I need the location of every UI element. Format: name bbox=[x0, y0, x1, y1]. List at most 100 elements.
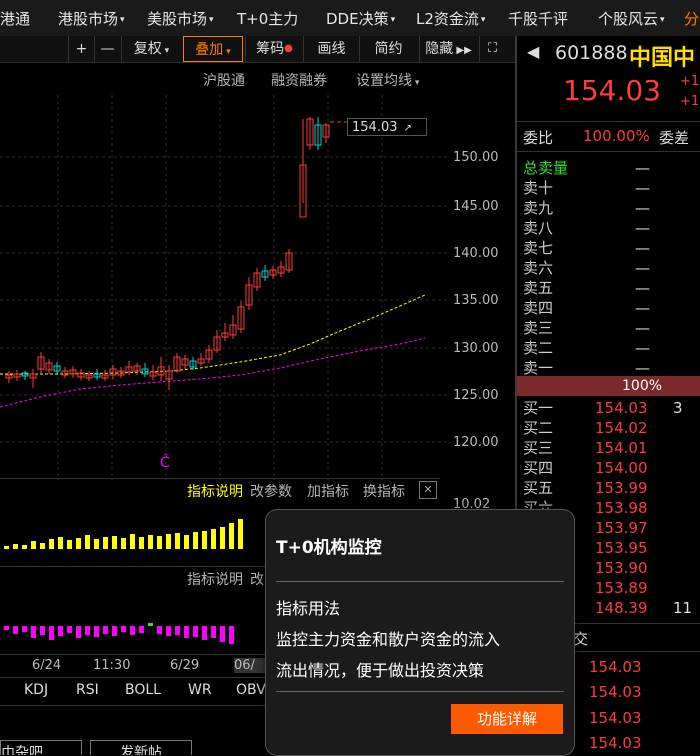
indicator2-help-link[interactable]: 指标说明 bbox=[187, 569, 243, 589]
menu-us-market[interactable]: 美股市场 ▾ bbox=[147, 8, 214, 29]
weibi-label: 委比 bbox=[523, 129, 554, 147]
indicator-help-link[interactable]: 指标说明 bbox=[187, 481, 243, 501]
flow-bar bbox=[85, 626, 90, 635]
price-tick: 150.00 bbox=[453, 150, 499, 165]
buy-row[interactable]: 买四 154.00 bbox=[523, 458, 700, 478]
sell-row[interactable]: 卖二 — bbox=[523, 338, 700, 358]
indicator-bar bbox=[139, 537, 144, 549]
switch-indicator-link[interactable]: 换指标 bbox=[363, 481, 405, 501]
menu-qianguqianping[interactable]: 千股千评 bbox=[508, 8, 568, 29]
tab-rsi[interactable]: RSI bbox=[76, 682, 99, 698]
notification-dot-icon: ● bbox=[284, 43, 293, 54]
price-tick: 145.00 bbox=[453, 199, 499, 214]
zoom-out-button[interactable]: — bbox=[94, 36, 120, 62]
tab-obv[interactable]: OBV bbox=[236, 682, 266, 698]
new-post-button[interactable]: 发新帖 bbox=[90, 740, 192, 755]
flow-bar bbox=[31, 626, 36, 638]
sell-row[interactable]: 卖五 — bbox=[523, 278, 700, 298]
sell-row[interactable]: 卖九 — bbox=[523, 198, 700, 218]
sell-row[interactable]: 卖六 — bbox=[523, 258, 700, 278]
sell-row[interactable]: 卖四 — bbox=[523, 298, 700, 318]
flow-bar bbox=[112, 626, 117, 636]
sell-row[interactable]: 卖八 — bbox=[523, 218, 700, 238]
menu-t0-main[interactable]: T+0主力 bbox=[237, 8, 298, 29]
overlay-button[interactable]: 叠加 ▾ bbox=[183, 36, 243, 62]
menu-ganggutong[interactable]: 港通 bbox=[0, 8, 30, 29]
tooltip-section: 指标用法 bbox=[276, 599, 341, 618]
buy-row[interactable]: 买五 153.99 bbox=[523, 478, 700, 498]
buy-row[interactable]: 买三 154.01 bbox=[523, 438, 700, 458]
menu-dde[interactable]: DDE决策 ▾ bbox=[326, 8, 395, 29]
tab-wr[interactable]: WR bbox=[188, 682, 212, 698]
trade-price: 154.03 bbox=[589, 658, 642, 676]
flow-bar bbox=[130, 626, 135, 635]
fullscreen-icon[interactable]: ⛶ bbox=[479, 36, 505, 62]
simple-mode-button[interactable]: 简约 bbox=[359, 36, 417, 62]
buy-price: 148.39 bbox=[595, 599, 648, 617]
close-icon[interactable]: ✕ bbox=[419, 481, 437, 499]
flow-bar bbox=[166, 626, 171, 636]
top-menu-bar: 港通 港股市场 ▾ 美股市场 ▾ T+0主力 DDE决策 ▾ L2资金流 ▾ 千股千评 … bbox=[0, 0, 700, 37]
menu-fen[interactable]: 分 bbox=[684, 8, 699, 29]
indicator2-change-link[interactable]: 改 bbox=[250, 569, 264, 589]
buy-volume: 11 bbox=[673, 599, 693, 617]
dash: — bbox=[635, 179, 650, 197]
set-ma-link[interactable]: 设置均线 ▾ bbox=[356, 70, 419, 90]
buy-row[interactable]: 买二 154.02 bbox=[523, 418, 700, 438]
buy-row[interactable]: 买一 154.03 3 bbox=[523, 398, 700, 418]
tab-kdj[interactable]: KDJ bbox=[24, 682, 48, 698]
sell-level-label: 卖四 bbox=[523, 299, 554, 317]
order-ratio-bar: 100% bbox=[517, 376, 700, 396]
draw-line-button[interactable]: 画线 bbox=[303, 36, 359, 62]
indicator-bar bbox=[220, 527, 225, 549]
chip-button[interactable]: 筹码● bbox=[245, 36, 303, 62]
sell-row[interactable]: 卖十 — bbox=[523, 178, 700, 198]
flow-bar bbox=[49, 626, 54, 640]
flow-bar bbox=[229, 626, 234, 644]
menu-stock-news[interactable]: 个股风云 ▾ bbox=[598, 8, 665, 29]
change-value: +1 bbox=[680, 74, 700, 89]
forum-tab[interactable]: 巾杂吧 bbox=[0, 740, 82, 755]
trade-price: 154.03 bbox=[589, 709, 642, 727]
caret-down-icon: ▾ bbox=[660, 14, 665, 25]
indicator-bar bbox=[121, 538, 126, 549]
back-arrow-icon[interactable]: ◀ bbox=[527, 42, 539, 61]
flow-bar bbox=[211, 626, 216, 638]
tab-boll[interactable]: BOLL bbox=[125, 682, 161, 698]
add-indicator-link[interactable]: 加指标 bbox=[307, 481, 349, 501]
zoom-in-button[interactable]: + bbox=[68, 36, 94, 62]
buy-price: 153.98 bbox=[595, 499, 648, 517]
price-tick: 140.00 bbox=[453, 246, 499, 261]
sell-row[interactable]: 卖三 — bbox=[523, 318, 700, 338]
dash: — bbox=[635, 259, 650, 277]
flow-bar bbox=[184, 626, 189, 638]
hide-button[interactable]: 隐藏 ▶▶ bbox=[419, 36, 477, 62]
margin-trading-link[interactable]: 融资融券 bbox=[271, 70, 327, 90]
caret-down-icon: ▾ bbox=[480, 14, 486, 25]
flow-bar bbox=[4, 626, 9, 630]
flow-bar bbox=[175, 626, 180, 635]
buy-price: 153.89 bbox=[595, 579, 648, 597]
sell-level-label: 卖七 bbox=[523, 239, 554, 257]
buy-price: 154.02 bbox=[595, 419, 648, 437]
feature-detail-button[interactable]: 功能详解 bbox=[451, 704, 563, 734]
kline-chart[interactable] bbox=[0, 95, 448, 480]
dash: — bbox=[635, 279, 650, 297]
sell-row[interactable]: 卖一 — bbox=[523, 358, 700, 378]
sell-level-label: 卖五 bbox=[523, 279, 554, 297]
menu-hk-market[interactable]: 港股市场 ▾ bbox=[58, 8, 125, 29]
fast-forward-icon: ▶▶ bbox=[453, 45, 472, 56]
sell-total-label: 总卖量 bbox=[523, 159, 569, 177]
buy-price: 153.99 bbox=[595, 479, 648, 497]
menu-l2-flow[interactable]: L2资金流 ▾ bbox=[416, 8, 485, 29]
change-params-link[interactable]: 改参数 bbox=[250, 481, 292, 501]
flow-bar bbox=[220, 626, 225, 642]
divider bbox=[276, 691, 564, 692]
fuquan-button[interactable]: 复权 ▾ bbox=[121, 36, 181, 62]
indicator-bar bbox=[103, 537, 108, 549]
sell-row[interactable]: 卖七 — bbox=[523, 238, 700, 258]
flow-bar bbox=[58, 626, 63, 636]
hgt-link[interactable]: 沪股通 bbox=[203, 70, 245, 90]
indicator-bar bbox=[211, 529, 216, 549]
indicator-bar bbox=[130, 534, 135, 549]
